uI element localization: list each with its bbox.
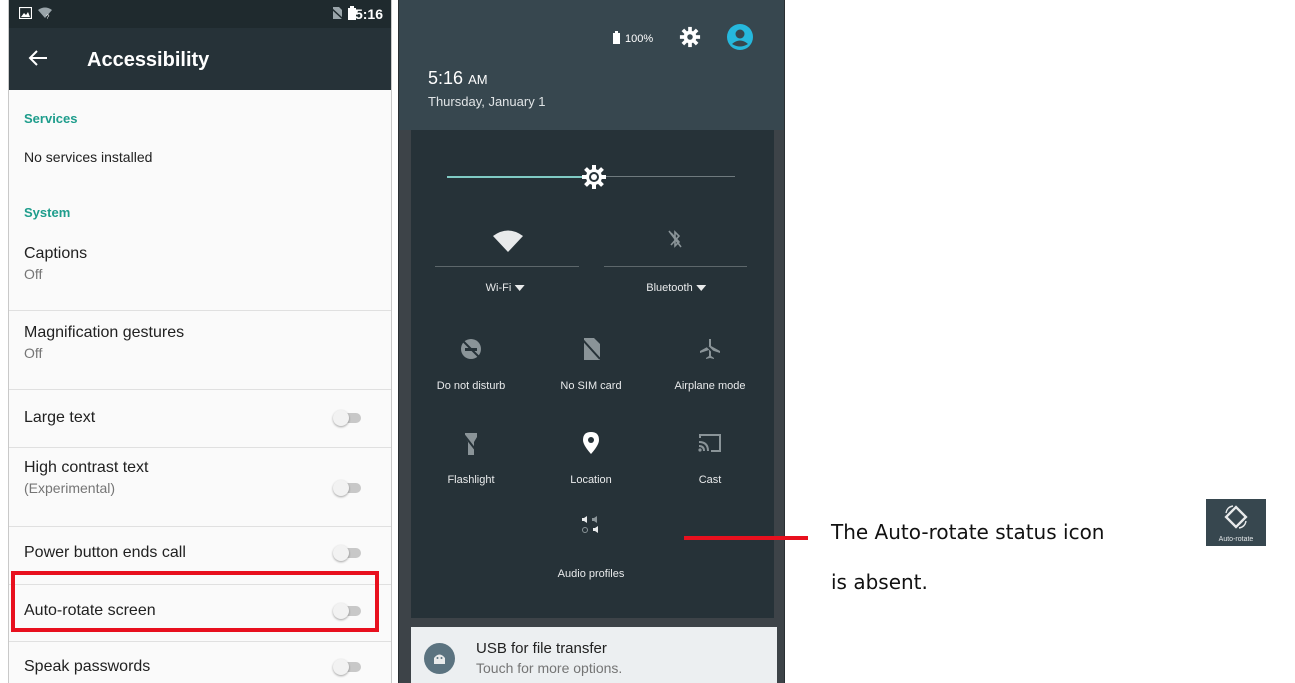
magnification-subtitle: Off — [24, 345, 43, 361]
auto-rotate-toggle[interactable] — [333, 603, 361, 619]
flashlight-label[interactable]: Flashlight — [447, 474, 494, 486]
brightness-track-filled — [447, 176, 593, 178]
quick-settings-panel: Wi-Fi Bluetooth Do not disturb No SIM ca… — [411, 130, 774, 618]
back-arrow-icon[interactable] — [27, 46, 49, 70]
bluetooth-label[interactable]: Bluetooth — [646, 282, 706, 294]
usb-notification[interactable]: USB for file transfer Touch for more opt… — [411, 627, 777, 683]
bluetooth-divider — [604, 266, 747, 267]
wifi-status-icon: ? — [38, 7, 52, 19]
battery-percent: 100% — [625, 33, 654, 45]
brightness-track-empty — [605, 176, 735, 177]
auto-rotate-example-icon: Auto-rotate — [1206, 499, 1266, 546]
cast-icon[interactable] — [698, 433, 722, 453]
power-button-toggle[interactable] — [333, 545, 361, 561]
large-text-toggle[interactable] — [333, 410, 361, 426]
no-sim-icon[interactable] — [582, 338, 600, 360]
flashlight-icon[interactable] — [463, 432, 479, 456]
audio-profiles-label[interactable]: Audio profiles — [558, 568, 625, 580]
callout-line — [684, 536, 808, 540]
brightness-slider-thumb[interactable] — [581, 164, 607, 190]
status-bar: ? 5:16 — [9, 0, 391, 28]
magnification-title: Magnification gestures — [24, 324, 185, 341]
annotation-line-1: The Auto-rotate status icon — [831, 520, 1105, 544]
services-header: Services — [24, 111, 78, 126]
high-contrast-toggle[interactable] — [333, 480, 361, 496]
location-icon[interactable] — [583, 432, 599, 454]
do-not-disturb-label[interactable]: Do not disturb — [437, 380, 505, 392]
power-button-row[interactable]: Power button ends call — [9, 527, 391, 585]
battery-icon — [613, 31, 620, 44]
system-header: System — [24, 205, 71, 220]
quick-settings-screen: 100% 5:16 AM Thursday, January 1 Wi-Fi B… — [398, 0, 785, 683]
qs-date: Thursday, January 1 — [428, 94, 546, 109]
bluetooth-off-icon — [668, 230, 682, 248]
notification-title: USB for file transfer — [476, 640, 607, 657]
android-avatar-icon — [424, 643, 455, 674]
large-text-row[interactable]: Large text — [9, 390, 391, 448]
auto-rotate-row[interactable]: Auto-rotate screen — [9, 585, 391, 642]
wifi-dropdown-icon — [514, 285, 525, 291]
wifi-divider — [435, 266, 579, 267]
settings-gear-icon[interactable] — [679, 26, 701, 48]
screen-rotation-icon — [1224, 505, 1248, 529]
location-label[interactable]: Location — [570, 474, 612, 486]
no-sim-status-icon — [331, 7, 343, 19]
no-sim-label[interactable]: No SIM card — [560, 380, 621, 392]
no-services-text: No services installed — [24, 149, 153, 165]
audio-profiles-icon[interactable] — [581, 516, 601, 534]
qs-time: 5:16 AM — [428, 68, 488, 88]
annotation-line-2: is absent. — [831, 570, 928, 594]
screenshot-canvas: ? 5:16 Accessibility Services No service… — [0, 0, 1295, 683]
image-notification-icon — [19, 7, 32, 19]
high-contrast-row[interactable]: High contrast text (Experimental) — [9, 448, 391, 527]
speak-passwords-toggle[interactable] — [333, 659, 361, 675]
cast-label[interactable]: Cast — [699, 474, 722, 486]
notification-subtitle: Touch for more options. — [476, 660, 623, 676]
app-bar: Accessibility — [9, 28, 391, 90]
bluetooth-dropdown-icon — [695, 285, 706, 291]
captions-subtitle: Off — [24, 266, 43, 282]
quick-settings-header: 100% 5:16 AM Thursday, January 1 — [399, 0, 784, 130]
captions-row[interactable]: Captions Off — [9, 240, 391, 311]
status-clock: 5:16 — [354, 6, 383, 22]
magnification-row[interactable]: Magnification gestures Off — [9, 311, 391, 390]
do-not-disturb-icon[interactable] — [460, 338, 482, 360]
captions-title: Captions — [24, 245, 88, 262]
auto-rotate-example-label: Auto-rotate — [1218, 536, 1254, 543]
wifi-label[interactable]: Wi-Fi — [486, 282, 525, 294]
page-title: Accessibility — [87, 49, 210, 71]
svg-text:?: ? — [46, 15, 50, 19]
user-avatar-icon[interactable] — [727, 24, 753, 50]
airplane-mode-icon[interactable] — [699, 338, 721, 360]
airplane-mode-label[interactable]: Airplane mode — [675, 380, 746, 392]
wifi-icon — [493, 230, 523, 252]
accessibility-screen: ? 5:16 Accessibility Services No service… — [8, 0, 392, 683]
high-contrast-title: High contrast text — [24, 459, 149, 476]
speak-passwords-row[interactable]: Speak passwords — [9, 642, 391, 683]
